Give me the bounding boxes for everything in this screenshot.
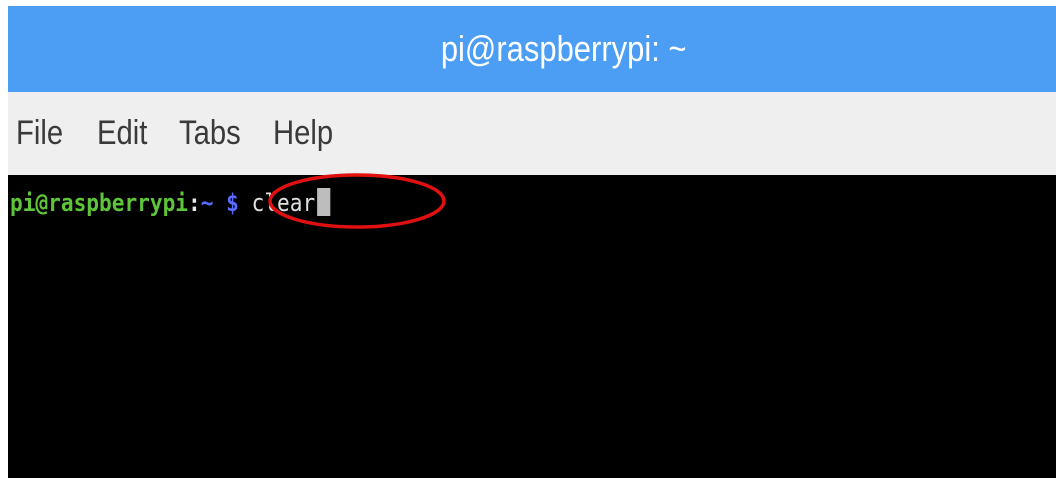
prompt-path: ~ <box>200 189 214 217</box>
title-bar[interactable]: pi@raspberrypi: ~ <box>8 6 1056 92</box>
menu-help[interactable]: Help <box>273 92 333 175</box>
terminal-area[interactable]: pi@raspberrypi:~ $ clear <box>8 175 1056 478</box>
prompt-user-host: pi@raspberrypi <box>10 189 189 217</box>
terminal-window: pi@raspberrypi: ~ File Edit Tabs Help pi… <box>8 6 1056 478</box>
prompt-colon: : <box>188 189 201 217</box>
menu-file[interactable]: File <box>16 92 63 175</box>
command-text: clear <box>251 189 316 217</box>
menu-tabs[interactable]: Tabs <box>179 92 241 175</box>
menu-edit[interactable]: Edit <box>97 92 147 175</box>
prompt-line: pi@raspberrypi:~ $ clear <box>10 187 331 219</box>
menu-bar: File Edit Tabs Help <box>8 92 1056 175</box>
prompt-dollar: $ <box>226 189 239 217</box>
text-cursor <box>316 188 331 216</box>
window-title: pi@raspberrypi: ~ <box>440 28 687 69</box>
